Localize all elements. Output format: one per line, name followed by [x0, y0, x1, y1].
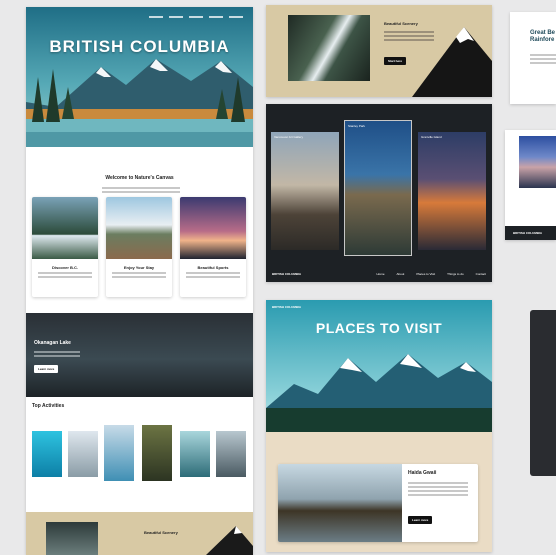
places-brand: BRITISH COLUMBIA — [272, 305, 301, 309]
gallery-card-island[interactable]: Granville Island — [418, 132, 486, 250]
gallery-card-label: Vancouver Art Gallery — [274, 135, 303, 139]
hero-section: BRITISH COLUMBIA — [26, 7, 253, 147]
card-discover[interactable]: Discover B.C. — [32, 197, 98, 297]
activity-biking[interactable] — [68, 431, 98, 477]
top-nav[interactable] — [149, 16, 243, 18]
places-page-panel: BRITISH COLUMBIA PLACES TO VISIT Haida G… — [266, 300, 492, 552]
gallery-card-label: Granville Island — [421, 135, 442, 139]
lake-title: Okanagan Lake — [34, 340, 71, 346]
gallery-card-park[interactable]: Stanley Park — [344, 120, 412, 256]
gallery-page-panel: Vancouver Art Gallery Stanley Park Granv… — [266, 104, 492, 282]
places-title: PLACES TO VISIT — [315, 320, 443, 336]
right-heading: Great Be Rainfore — [530, 30, 556, 43]
nav-places[interactable]: Places to Visit — [416, 272, 435, 276]
activity-camp[interactable] — [216, 431, 246, 477]
home-page-panel: BRITISH COLUMBIA Welcome to Nature's Can… — [26, 7, 253, 555]
scenery-image — [46, 522, 98, 555]
waterfall-image — [32, 197, 98, 259]
right-page-panel: Great Be Rainfore — [510, 12, 556, 104]
right-footer-bar: BRITISH COLUMBIA — [505, 226, 556, 240]
welcome-text — [96, 185, 186, 195]
nav-things[interactable]: Things to do — [447, 272, 464, 276]
card-title: Discover B.C. — [51, 265, 78, 270]
haida-title: Haida Gwaii — [408, 470, 437, 476]
places-mountains — [266, 354, 492, 432]
lake-learn-more-button[interactable]: Learn more — [34, 365, 59, 373]
lodge-image — [106, 197, 172, 259]
right-footer-brand: BRITISH COLUMBIA — [513, 231, 542, 235]
device-mockup — [530, 310, 556, 476]
sunset-image — [180, 197, 246, 259]
haida-copy — [408, 480, 468, 498]
waterfall-photo — [288, 15, 370, 81]
activities-title: Top Activities — [32, 403, 65, 409]
places-hero: BRITISH COLUMBIA PLACES TO VISIT — [266, 300, 492, 432]
gallery-footer-brand: BRITISH COLUMBIA — [272, 272, 301, 276]
haida-learn-more-button[interactable]: Learn more — [408, 516, 433, 524]
activity-kayak[interactable] — [104, 425, 134, 481]
mountain-peak-graphic — [412, 27, 492, 97]
gallery-card-label: Stanley Park — [348, 124, 366, 128]
welcome-title: Welcome to Nature's Canvas — [105, 175, 174, 181]
activities-row — [32, 425, 252, 495]
nav-about[interactable]: About — [397, 272, 405, 276]
card-sports[interactable]: Beautiful Sports — [180, 197, 246, 297]
nav-contact[interactable]: Contact — [476, 272, 486, 276]
mountain-lake-illustration — [26, 59, 253, 147]
activity-canoe[interactable] — [180, 431, 210, 477]
activity-hiking[interactable] — [142, 425, 172, 481]
right-copy — [530, 52, 556, 66]
haida-card[interactable]: Haida Gwaii Learn more — [278, 464, 478, 542]
gallery-footer-nav: Home About Places to Visit Things to do … — [376, 272, 486, 276]
haida-image — [278, 464, 402, 542]
start-here-button[interactable]: Start here — [384, 57, 407, 65]
lake-text — [34, 349, 80, 359]
card-title: Beautiful Sports — [197, 265, 229, 270]
right-photo — [519, 136, 556, 188]
scenery-page-panel: Beautiful Scenery Start here — [266, 5, 492, 97]
card-title: Enjoy Your Stay — [123, 265, 155, 270]
lake-section: Okanagan Lake Learn more — [26, 313, 253, 397]
mountain-silhouette — [206, 526, 253, 555]
scenery-section: Beautiful Scenery — [26, 512, 253, 555]
right-lower-panel: BRITISH COLUMBIA — [505, 130, 556, 240]
activity-diving[interactable] — [32, 431, 62, 477]
gallery-card-art[interactable]: Vancouver Art Gallery — [271, 132, 339, 250]
scenery-title: Beautiful Scenery — [144, 530, 178, 535]
card-stay[interactable]: Enjoy Your Stay — [106, 197, 172, 297]
nav-home[interactable]: Home — [376, 272, 384, 276]
